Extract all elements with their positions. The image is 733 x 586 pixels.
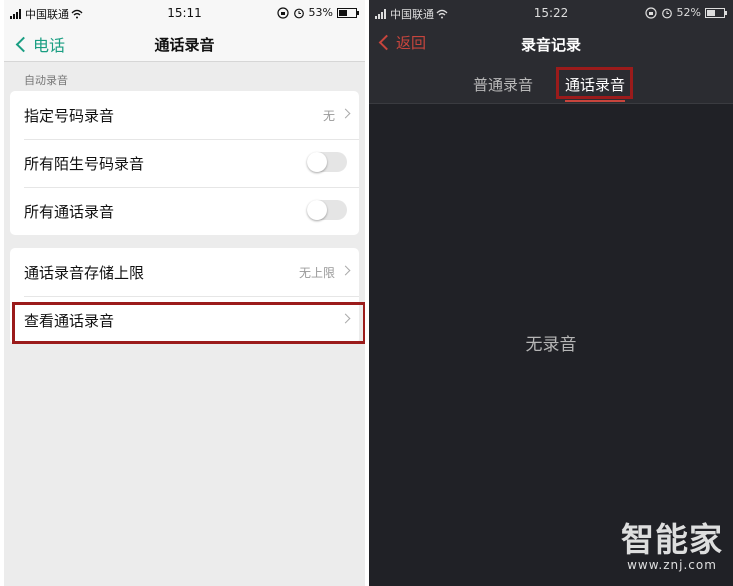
tab-bar: 普通录音 通话录音: [369, 62, 733, 104]
row-label: 通话录音存储上限: [24, 263, 145, 282]
alarm-icon: [661, 7, 673, 19]
battery-percent: 52%: [676, 6, 701, 19]
row-value: 无: [322, 109, 335, 123]
row-value: 无上限: [298, 266, 335, 280]
row-label: 所有陌生号码录音: [24, 154, 145, 173]
battery-percent: 53%: [308, 6, 333, 19]
tab-normal-recordings[interactable]: 普通录音: [473, 74, 533, 95]
lock-rotation-icon: [276, 6, 289, 19]
page-title: 通话录音: [154, 36, 215, 54]
settings-group-auto-record: 指定号码录音 无 所有陌生号码录音 所有通话录音: [10, 91, 359, 235]
row-specified-number-record[interactable]: 指定号码录音 无: [10, 91, 359, 139]
lock-rotation-icon: [644, 6, 657, 19]
row-label: 查看通话录音: [24, 311, 115, 330]
nav-bar: 返回 录音记录: [369, 26, 733, 62]
battery-icon: [337, 7, 359, 18]
active-tab-indicator: [565, 100, 625, 102]
section-label-auto-record: 自动录音: [24, 74, 68, 87]
watermark-brand: 智能家: [621, 520, 723, 559]
status-right: 53%: [276, 6, 359, 19]
right-phone-screen: 中国联通 15:22 52% 返回 录音记录 普通录音 通话录音 无录音 智能家…: [369, 0, 733, 586]
toggle-knob: [307, 200, 327, 220]
tab-call-recordings[interactable]: 通话录音: [565, 74, 625, 95]
row-view-call-recordings[interactable]: 查看通话录音: [10, 296, 359, 344]
watermark-logo: 智能家 www.znj.com: [621, 520, 723, 573]
toggle-switch[interactable]: [307, 152, 347, 172]
chevron-right-icon: [340, 313, 351, 324]
row-storage-limit[interactable]: 通话录音存储上限 无上限: [10, 248, 359, 296]
battery-icon: [705, 7, 727, 18]
status-bar: 中国联通 15:11 53%: [4, 0, 365, 26]
toggle-switch[interactable]: [307, 200, 347, 220]
row-stranger-number-record: 所有陌生号码录音: [10, 139, 359, 187]
row-all-calls-record: 所有通话录音: [10, 187, 359, 235]
page-title: 录音记录: [520, 36, 581, 54]
chevron-right-icon: [340, 108, 351, 119]
left-phone-screen: 中国联通 15:11 53% 电话 通话录音 自动录音 指定号码录音 无 所有陌…: [4, 0, 365, 586]
empty-state-text: 无录音: [525, 335, 577, 355]
nav-bar: 电话 通话录音: [4, 26, 365, 62]
status-right: 52%: [644, 6, 727, 19]
alarm-icon: [293, 7, 305, 19]
status-bar: 中国联通 15:22 52%: [369, 0, 733, 26]
row-label: 指定号码录音: [24, 106, 115, 125]
toggle-knob: [307, 152, 327, 172]
watermark-url: www.znj.com: [627, 558, 717, 572]
row-label: 所有通话录音: [24, 202, 115, 221]
settings-group-storage: 通话录音存储上限 无上限 查看通话录音: [10, 248, 359, 344]
chevron-right-icon: [340, 265, 351, 276]
